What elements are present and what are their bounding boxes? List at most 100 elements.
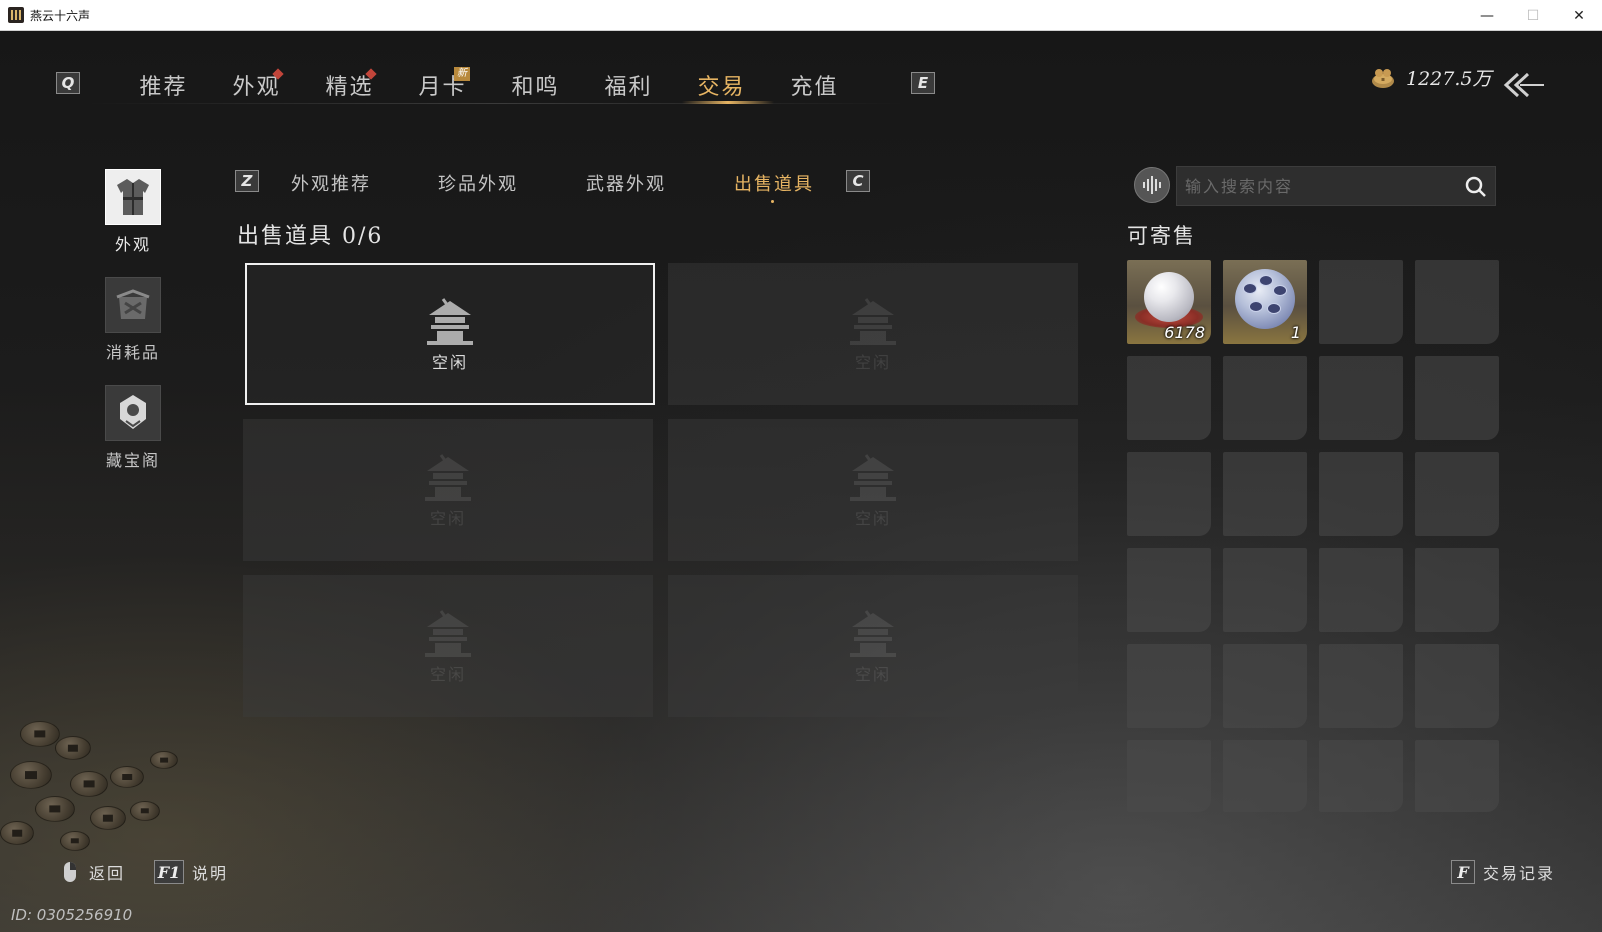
- top-nav-tabs: 推荐 外观 精选 月卡新 和鸣 福利 交易 充值: [117, 65, 861, 105]
- sell-slot[interactable]: 空闲: [243, 419, 653, 561]
- inventory-cell-orb[interactable]: 1: [1223, 260, 1307, 344]
- subtab-rare-appearance[interactable]: 珍品外观: [438, 170, 518, 196]
- sell-slot[interactable]: 空闲: [245, 263, 655, 405]
- tab-welfare[interactable]: 福利: [582, 65, 675, 105]
- maximize-button[interactable]: ☐: [1510, 0, 1556, 31]
- inventory-cell-empty[interactable]: [1319, 260, 1403, 344]
- package-icon: [105, 277, 161, 333]
- inventory-cell-empty[interactable]: [1127, 644, 1211, 728]
- trade-records-hint[interactable]: F 交易记录: [1451, 860, 1555, 884]
- sidebar-item-label: 藏宝阁: [105, 451, 160, 470]
- tab-label: 福利: [604, 75, 653, 100]
- coin-decoration: [130, 801, 160, 821]
- item-quantity: 6178: [1164, 323, 1205, 342]
- user-id: ID: 0305256910: [11, 906, 133, 924]
- next-subtab-key[interactable]: C: [846, 170, 870, 192]
- tab-recharge[interactable]: 充值: [768, 65, 861, 105]
- search-input[interactable]: [1185, 176, 1455, 196]
- inventory-cell-empty[interactable]: [1319, 452, 1403, 536]
- sell-slot[interactable]: 空闲: [668, 263, 1078, 405]
- pavilion-icon: [850, 454, 896, 501]
- pavilion-icon: [427, 298, 473, 345]
- slot-status: 空闲: [429, 509, 466, 528]
- slot-status: 空闲: [429, 665, 466, 684]
- inventory-cell-empty[interactable]: [1415, 644, 1499, 728]
- nav-divider: [85, 103, 908, 104]
- minimize-button[interactable]: —: [1464, 0, 1510, 31]
- inventory-cell-empty[interactable]: [1223, 740, 1307, 812]
- inventory-cell-empty[interactable]: [1319, 356, 1403, 440]
- slot-status: 空闲: [431, 353, 468, 372]
- sidebar-item-treasure-pavilion[interactable]: 藏宝阁: [104, 385, 162, 471]
- next-tab-key[interactable]: E: [911, 72, 935, 94]
- help-hint[interactable]: F1 说明: [154, 860, 228, 884]
- back-arrow-icon[interactable]: [1500, 68, 1546, 102]
- subtab-sell-items[interactable]: 出售道具: [734, 170, 814, 196]
- inventory-cell-empty[interactable]: [1127, 740, 1211, 812]
- pavilion-icon: [850, 298, 896, 345]
- tab-appearance[interactable]: 外观: [210, 65, 303, 105]
- inventory-cell-pearl[interactable]: 6178: [1127, 260, 1211, 344]
- close-button[interactable]: ✕: [1556, 0, 1602, 31]
- tab-recommend[interactable]: 推荐: [117, 65, 210, 105]
- slot-status: 空闲: [854, 353, 891, 372]
- prev-subtab-key[interactable]: Z: [235, 170, 259, 192]
- subtab-appearance-recommend[interactable]: 外观推荐: [291, 170, 371, 196]
- inventory-cell-empty[interactable]: [1319, 548, 1403, 632]
- coin-decoration: [150, 751, 178, 769]
- inventory-cell-empty[interactable]: [1415, 548, 1499, 632]
- search-icon[interactable]: [1465, 176, 1487, 198]
- inventory-cell-empty[interactable]: [1415, 740, 1499, 812]
- tab-trade[interactable]: 交易: [675, 65, 768, 105]
- slot-status: 空闲: [854, 509, 891, 528]
- consignable-title: 可寄售: [1127, 224, 1196, 248]
- voice-search-button[interactable]: [1134, 167, 1170, 203]
- mouse-right-click-icon: [64, 862, 76, 882]
- inventory-cell-empty[interactable]: [1319, 740, 1403, 812]
- coin-decoration: [60, 831, 90, 851]
- inventory-cell-empty[interactable]: [1223, 452, 1307, 536]
- sell-section-title: 出售道具 0/6: [237, 224, 384, 249]
- inventory-cell-empty[interactable]: [1223, 356, 1307, 440]
- sidebar-item-appearance[interactable]: 外观: [104, 169, 162, 255]
- tab-label: 推荐: [139, 75, 188, 100]
- tab-harmony[interactable]: 和鸣: [489, 65, 582, 105]
- inventory-cell-empty[interactable]: [1223, 644, 1307, 728]
- inventory-cell-empty[interactable]: [1415, 356, 1499, 440]
- active-subtab-indicator: [771, 200, 774, 203]
- subtab-weapon-appearance[interactable]: 武器外观: [586, 170, 666, 196]
- coin-pouch-icon: [1372, 68, 1394, 88]
- sell-slot[interactable]: 空闲: [668, 575, 1078, 717]
- voice-wave-icon: [1143, 176, 1161, 194]
- sidebar-item-consumables[interactable]: 消耗品: [104, 277, 162, 363]
- window-title: 燕云十六声: [30, 8, 91, 23]
- app-logo-icon: [8, 7, 24, 23]
- inventory-cell-empty[interactable]: [1127, 356, 1211, 440]
- inventory-cell-empty[interactable]: [1319, 644, 1403, 728]
- prev-tab-key[interactable]: Q: [56, 72, 80, 94]
- coin-decoration: [55, 736, 91, 760]
- inventory-cell-empty[interactable]: [1127, 452, 1211, 536]
- coin-decoration: [110, 766, 144, 788]
- inventory-cell-empty[interactable]: [1415, 260, 1499, 344]
- robe-icon: [105, 169, 161, 225]
- inventory-cell-empty[interactable]: [1223, 548, 1307, 632]
- pavilion-icon: [850, 610, 896, 657]
- active-tab-indicator: [682, 101, 774, 104]
- coin-decoration: [20, 721, 60, 747]
- tab-featured[interactable]: 精选: [303, 65, 396, 105]
- inventory-cell-empty[interactable]: [1127, 548, 1211, 632]
- crystal-orb-icon: [1235, 269, 1295, 329]
- tab-label: 和鸣: [511, 75, 560, 100]
- sell-slot[interactable]: 空闲: [668, 419, 1078, 561]
- window-controls: — ☐ ✕: [1464, 0, 1602, 31]
- inventory-cell-empty[interactable]: [1415, 452, 1499, 536]
- coin-decoration: [0, 821, 34, 845]
- new-badge: 新: [454, 67, 470, 81]
- back-hint[interactable]: 返回: [63, 860, 125, 884]
- slot-status: 空闲: [854, 665, 891, 684]
- tab-monthly-card[interactable]: 月卡新: [396, 65, 489, 105]
- window-titlebar: 燕云十六声 — ☐ ✕: [0, 0, 1602, 31]
- tab-label: 交易: [697, 75, 746, 100]
- sell-slot[interactable]: 空闲: [243, 575, 653, 717]
